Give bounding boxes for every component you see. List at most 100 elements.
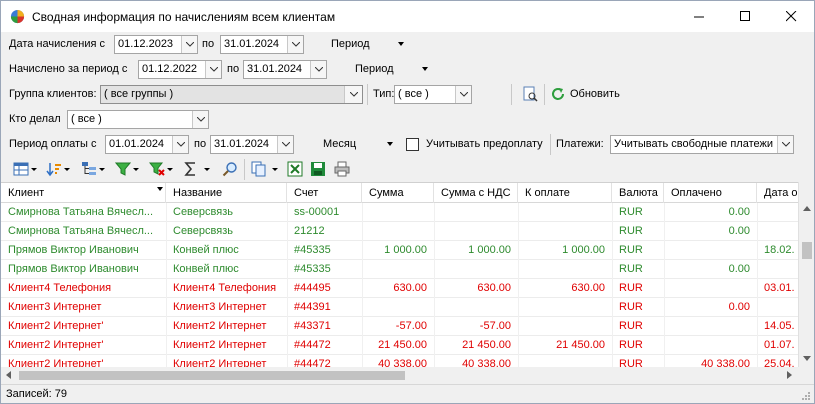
- cell-sum-vat: 21 450.00: [462, 339, 511, 351]
- calendar-dropdown-button[interactable]: [287, 36, 303, 53]
- cell-to-pay: [518, 222, 612, 241]
- search-icon[interactable]: [222, 161, 238, 177]
- calendar-dropdown-button[interactable]: [172, 136, 188, 153]
- filter-accrual-date-row: Дата начисления с 01.12.2023 по 31.01.20…: [1, 32, 814, 57]
- period-dropdown-icon[interactable]: [422, 67, 428, 71]
- table-row[interactable]: Смирнова Татьяна Вячесл... Северсвязь ss-0…: [1, 203, 798, 222]
- cell-to-pay: [518, 203, 612, 222]
- accrual-period-label[interactable]: Период: [331, 38, 370, 50]
- accrued-period-mode-label[interactable]: Период: [355, 63, 394, 75]
- column-header-name[interactable]: Название: [166, 183, 287, 203]
- client-type-value: ( все ): [398, 88, 429, 100]
- cell-sum: [362, 298, 434, 317]
- calendar-dropdown-button[interactable]: [205, 61, 221, 78]
- refresh-icon: [552, 88, 564, 100]
- minimize-button[interactable]: [676, 1, 722, 32]
- close-icon: [785, 11, 796, 22]
- cell-sum-vat: [434, 222, 518, 241]
- cell-account: #45335: [294, 244, 331, 256]
- scroll-left-icon[interactable]: [6, 371, 11, 379]
- dropdown-arrow-icon[interactable]: [99, 168, 105, 171]
- column-header-to-pay[interactable]: К оплате: [518, 183, 612, 203]
- column-header-client[interactable]: Клиент: [1, 183, 166, 203]
- column-divider: [612, 203, 613, 367]
- save-icon[interactable]: [310, 161, 326, 177]
- table-row[interactable]: Смирнова Татьяна Вячесл... Северсвязь 2121…: [1, 222, 798, 241]
- table-row[interactable]: Прямов Виктор Иванович Конвей плюс #45335 1…: [1, 241, 798, 260]
- column-header-currency[interactable]: Валюта: [612, 183, 664, 203]
- dropdown-arrow-icon[interactable]: [204, 168, 210, 171]
- find-icon[interactable]: [522, 86, 538, 102]
- export-excel-icon[interactable]: [287, 161, 303, 177]
- dropdown-arrow-icon[interactable]: [167, 168, 173, 171]
- horizontal-scrollbar[interactable]: [1, 367, 798, 383]
- payment-period-to-input[interactable]: 31.01.2024: [210, 135, 294, 154]
- who-dropdown-button[interactable]: [192, 111, 208, 128]
- scroll-down-icon[interactable]: [803, 356, 811, 361]
- column-header-sum[interactable]: Сумма: [362, 183, 434, 203]
- payments-select[interactable]: Учитывать свободные платежи ка: [610, 135, 794, 154]
- calendar-dropdown-button[interactable]: [181, 36, 197, 53]
- sort-icon[interactable]: [46, 161, 62, 177]
- column-header-op-date[interactable]: Дата опе: [757, 183, 798, 203]
- client-group-select[interactable]: ( все группы ): [100, 85, 363, 104]
- cell-sum-vat: [434, 298, 518, 317]
- calendar-dropdown-button[interactable]: [277, 136, 293, 153]
- accrual-date-from-input[interactable]: 01.12.2023: [114, 35, 198, 54]
- print-icon[interactable]: [334, 161, 350, 177]
- table-row[interactable]: Клиент2 Интернет' Клиент2 Интернет #43371 -…: [1, 317, 798, 336]
- client-type-dropdown-button[interactable]: [455, 86, 471, 103]
- accrued-period-from-input[interactable]: 01.12.2022: [138, 60, 222, 79]
- tree-icon[interactable]: [81, 161, 97, 177]
- dropdown-arrow-icon[interactable]: [64, 168, 70, 171]
- table-row[interactable]: Прямов Виктор Иванович Конвей плюс #45335 R…: [1, 260, 798, 279]
- scroll-right-icon[interactable]: [787, 371, 792, 379]
- dropdown-arrow-icon[interactable]: [31, 168, 37, 171]
- sum-icon[interactable]: [183, 161, 199, 177]
- maximize-button[interactable]: [722, 1, 768, 32]
- chevron-down-icon: [281, 142, 290, 147]
- cell-paid: [664, 241, 757, 260]
- column-header-sum-vat[interactable]: Сумма с НДС: [434, 183, 518, 203]
- payments-dropdown-button[interactable]: [777, 136, 793, 153]
- cell-sum: [362, 260, 434, 279]
- filter-icon[interactable]: [115, 161, 131, 177]
- table-row[interactable]: Клиент2 Интернет' Клиент2 Интернет #44472 4…: [1, 355, 798, 367]
- close-button[interactable]: [768, 1, 814, 32]
- vertical-scrollbar[interactable]: [798, 182, 814, 367]
- dropdown-arrow-icon[interactable]: [272, 168, 278, 171]
- payment-period-from-input[interactable]: 01.01.2024: [105, 135, 189, 154]
- data-grid[interactable]: Клиент Название Счет Сумма Сумма с НДС К…: [1, 182, 798, 367]
- refresh-button[interactable]: Обновить: [550, 84, 625, 105]
- table-row[interactable]: Клиент3 Интернет Клиент3 Интернет #44391 RU…: [1, 298, 798, 317]
- payment-period-label: Период оплаты с: [9, 138, 97, 150]
- vertical-scroll-thumb[interactable]: [802, 242, 812, 259]
- who-select[interactable]: ( все ): [67, 110, 209, 129]
- period-dropdown-icon[interactable]: [387, 142, 393, 146]
- cell-sum: 630.00: [393, 282, 427, 294]
- column-header-label: Дата опе: [764, 187, 798, 199]
- scroll-up-icon[interactable]: [803, 206, 811, 211]
- client-group-dropdown-button[interactable]: [344, 86, 362, 103]
- copy-icon[interactable]: [251, 161, 267, 177]
- accrual-date-to-input[interactable]: 31.01.2024: [220, 35, 304, 54]
- dropdown-arrow-icon[interactable]: [133, 168, 139, 171]
- calendar-dropdown-button[interactable]: [310, 61, 326, 78]
- resize-grip-icon[interactable]: [801, 391, 811, 401]
- accrued-period-to-input[interactable]: 31.01.2024: [243, 60, 327, 79]
- payment-period-mode-label[interactable]: Месяц: [323, 138, 356, 150]
- cell-account: #44472: [294, 358, 331, 367]
- grid-layout-icon[interactable]: [13, 161, 29, 177]
- table-row[interactable]: Клиент4 Телефония Клиент4 Телефония #44495…: [1, 279, 798, 298]
- period-dropdown-icon[interactable]: [398, 42, 404, 46]
- column-header-paid[interactable]: Оплачено: [664, 183, 757, 203]
- table-row[interactable]: Клиент2 Интернет' Клиент2 Интернет #44472 2…: [1, 336, 798, 355]
- prepay-checkbox[interactable]: [406, 138, 419, 151]
- filter-clear-icon[interactable]: [149, 161, 165, 177]
- cell-currency: RUR: [619, 358, 643, 367]
- column-divider: [166, 203, 167, 367]
- column-header-account[interactable]: Счет: [287, 183, 362, 203]
- horizontal-scroll-thumb[interactable]: [19, 371, 405, 380]
- client-type-select[interactable]: ( все ): [394, 85, 472, 104]
- cell-paid: [664, 317, 757, 336]
